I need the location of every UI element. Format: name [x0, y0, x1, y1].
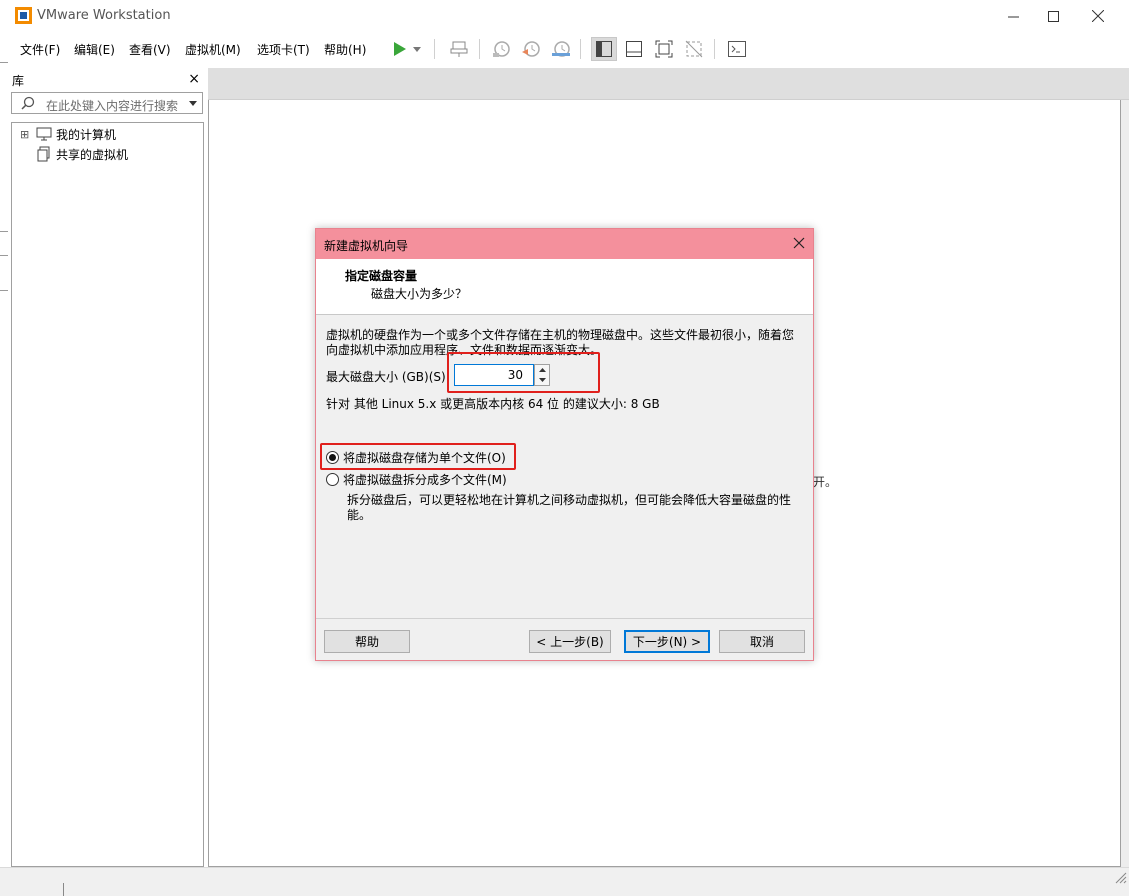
next-button[interactable]: 下一步(N) >	[624, 630, 710, 653]
menu-edit[interactable]: 编辑(E)	[74, 41, 115, 58]
snapshot-icon	[493, 41, 510, 57]
library-title: 库	[12, 74, 25, 88]
menu-tabs[interactable]: 选项卡(T)	[257, 41, 310, 58]
revert-snapshot-icon	[522, 41, 540, 57]
library-close-button[interactable]: ×	[188, 71, 200, 87]
status-bar	[0, 867, 1129, 896]
search-icon	[21, 96, 35, 110]
title-bar: VMware Workstation	[0, 0, 1129, 32]
shared-vm-icon	[37, 146, 50, 162]
window-title: VMware Workstation	[37, 8, 171, 23]
maximize-icon	[1047, 10, 1059, 22]
minimize-icon	[1007, 16, 1019, 17]
expand-icon[interactable]: ⊞	[20, 128, 32, 141]
dialog-title-bar: 新建虚拟机向导	[316, 229, 813, 259]
send-ctrl-alt-del-icon	[450, 41, 468, 57]
tree-item-shared-vms[interactable]: 共享的虚拟机	[36, 145, 128, 163]
snapshot-manager-button[interactable]	[548, 37, 574, 61]
tree-item-label: 我的计算机	[56, 127, 117, 142]
console-button[interactable]	[724, 37, 750, 61]
dialog-header: 指定磁盘容量 磁盘大小为多少？	[316, 259, 813, 315]
snapshot-button[interactable]	[488, 37, 514, 61]
radio-multiple-files[interactable]	[326, 472, 339, 486]
max-disk-size-label: 最大磁盘大小 (GB)(S):	[326, 370, 450, 384]
vmware-logo-icon	[15, 7, 32, 24]
search-placeholder: 在此处键入内容进行搜索	[46, 99, 179, 113]
revert-snapshot-button[interactable]	[518, 37, 544, 61]
library-search-input[interactable]: 在此处键入内容进行搜索	[11, 92, 203, 114]
dialog-close-icon[interactable]	[793, 237, 805, 249]
tree-item-label: 共享的虚拟机	[56, 147, 129, 162]
unity-icon	[685, 40, 703, 58]
workspace-scrollbar[interactable]	[1121, 100, 1129, 867]
tree-item-my-computer[interactable]: ⊞ 我的计算机	[20, 125, 116, 143]
power-dropdown-button[interactable]	[410, 37, 424, 61]
console-icon	[728, 41, 746, 57]
fullscreen-icon	[655, 40, 673, 58]
single-file-highlight	[320, 443, 516, 470]
close-icon	[1092, 10, 1104, 22]
menu-view[interactable]: 查看(V)	[129, 41, 171, 58]
maximize-button[interactable]	[1030, 0, 1076, 32]
split-multiple-files-option[interactable]: 将虚拟磁盘拆分成多个文件(M)	[326, 470, 507, 488]
search-dropdown-icon[interactable]	[189, 101, 197, 106]
recommended-size-text: 针对 其他 Linux 5.x 或更高版本内核 64 位 的建议大小: 8 GB	[326, 397, 660, 411]
thumbnail-bar-button[interactable]	[621, 37, 647, 61]
step-title: 指定磁盘容量	[345, 269, 418, 283]
library-view-button[interactable]	[591, 37, 617, 61]
background-text: 开。	[813, 475, 838, 489]
disk-size-highlight	[447, 352, 600, 393]
thumbnail-bar-icon	[626, 41, 642, 57]
close-window-button[interactable]	[1075, 0, 1121, 32]
menu-vm[interactable]: 虚拟机(M)	[185, 41, 241, 58]
menu-help[interactable]: 帮助(H)	[324, 41, 366, 58]
library-tree: ⊞ 我的计算机 共享的虚拟机	[11, 122, 204, 867]
fullscreen-button[interactable]	[651, 37, 677, 61]
menu-file[interactable]: 文件(F)	[20, 41, 60, 58]
split-disk-note: 拆分磁盘后，可以更轻松地在计算机之间移动虚拟机，但可能会降低大容量磁盘的性能。	[347, 493, 792, 522]
cancel-button[interactable]: 取消	[719, 630, 805, 653]
tab-strip	[208, 68, 1129, 100]
send-ctrl-alt-del-button[interactable]	[446, 37, 472, 61]
computer-icon	[36, 127, 52, 141]
resize-grip-icon[interactable]	[1115, 872, 1127, 884]
snapshot-manager-icon	[552, 41, 570, 57]
dropdown-icon	[413, 46, 421, 52]
step-subtitle: 磁盘大小为多少？	[371, 287, 468, 301]
library-view-icon	[596, 41, 612, 57]
dialog-title: 新建虚拟机向导	[324, 239, 409, 253]
unity-button[interactable]	[681, 37, 707, 61]
help-button[interactable]: 帮助	[324, 630, 410, 653]
split-multiple-files-label: 将虚拟磁盘拆分成多个文件(M)	[343, 472, 507, 487]
back-button[interactable]: < 上一步(B)	[529, 630, 611, 653]
play-icon	[394, 42, 406, 56]
library-header: 库 ×	[8, 70, 206, 90]
